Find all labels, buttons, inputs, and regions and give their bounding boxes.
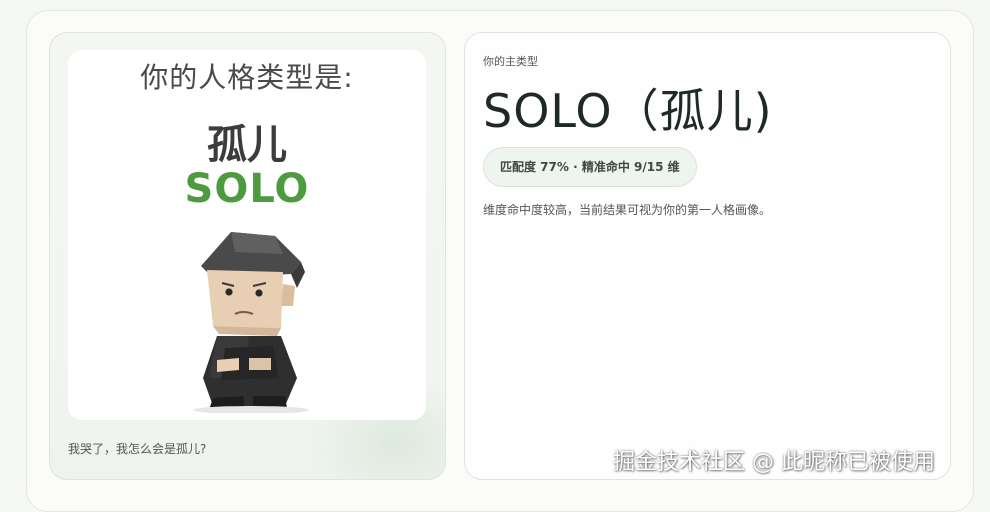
match-score-badge: 匹配度 77% · 精准命中 9/15 维 — [483, 147, 697, 187]
persona-caption: 我哭了，我怎么会是孤儿? — [68, 442, 207, 456]
image-english-name: SOLO — [184, 166, 310, 212]
sad-character-illustration — [193, 232, 309, 413]
persona-image: 你的人格类型是: 孤儿 SOLO — [68, 50, 426, 420]
main-type-label: 你的主类型 — [483, 55, 538, 68]
image-chinese-name: 孤儿 — [207, 122, 287, 168]
main-type-card: 你的主类型 SOLO（孤儿) 匹配度 77% · 精准命中 9/15 维 维度命… — [464, 32, 951, 480]
result-description: 维度命中度较高，当前结果可视为你的第一人格画像。 — [483, 203, 772, 217]
watermark: 掘金技术社区 @ 此昵称已被使用 — [613, 450, 935, 475]
image-heading: 你的人格类型是: — [140, 61, 354, 94]
main-type-title: SOLO（孤儿) — [483, 84, 773, 138]
